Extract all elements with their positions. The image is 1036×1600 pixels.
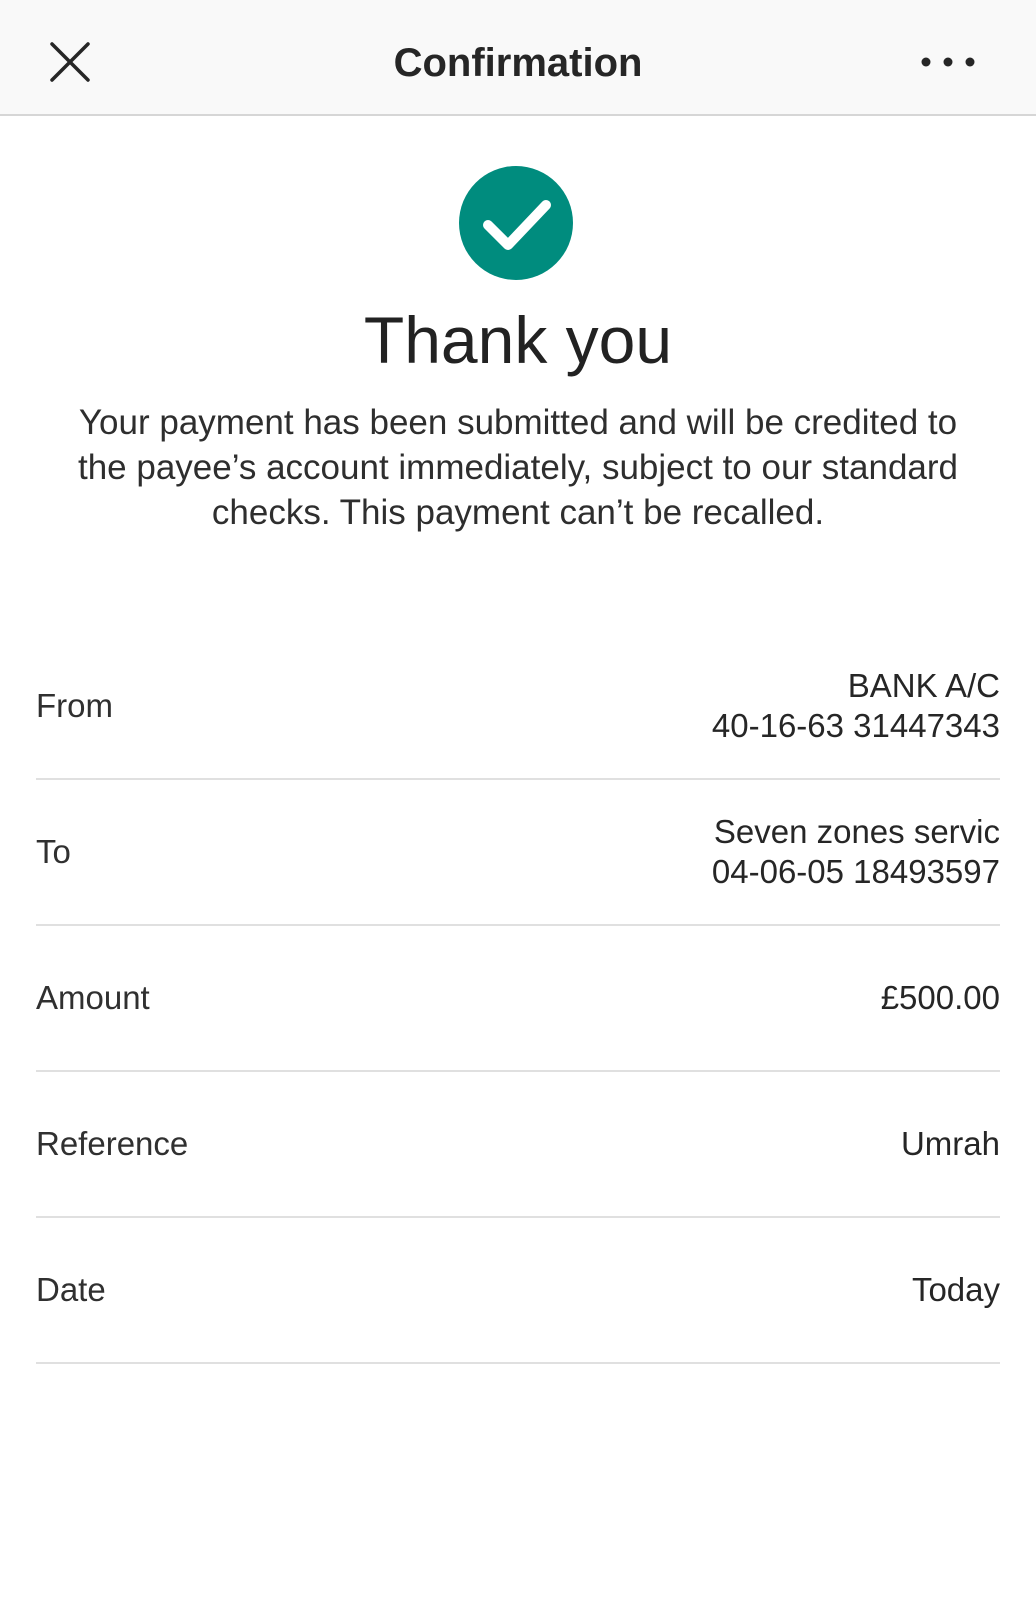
to-account-number: 04-06-05 18493597 <box>711 853 1000 890</box>
from-account-name: BANK A/C <box>847 667 1000 704</box>
detail-row-reference: Reference Umrah <box>36 1072 1000 1218</box>
from-account-number: 40-16-63 31447343 <box>711 707 1000 744</box>
detail-row-from: From BANK A/C 40-16-63 31447343 <box>36 634 1000 780</box>
page-title: Confirmation <box>393 41 643 85</box>
reference-label: Reference <box>36 1125 189 1162</box>
payment-details: From BANK A/C 40-16-63 31447343 To Seven… <box>36 634 1000 1364</box>
reference-value: Umrah <box>900 1125 1000 1162</box>
detail-row-amount: Amount £500.00 <box>36 926 1000 1072</box>
date-value: Today <box>911 1271 1000 1308</box>
to-value: Seven zones servic 04-06-05 18493597 <box>712 812 1000 892</box>
success-heading: Thank you <box>363 303 673 377</box>
detail-row-to: To Seven zones servic 04-06-05 18493597 <box>36 780 1000 926</box>
amount-label: Amount <box>36 979 150 1016</box>
check-circle-icon <box>459 166 573 280</box>
more-horizontal-icon <box>921 57 975 67</box>
top-bar: Confirmation <box>0 0 1036 116</box>
detail-row-date: Date Today <box>36 1218 1000 1364</box>
to-label: To <box>36 833 71 870</box>
confirmation-message: Your payment has been submitted and will… <box>77 403 959 532</box>
from-label: From <box>36 687 113 724</box>
amount-value: £500.00 <box>880 979 1000 1016</box>
to-payee-name: Seven zones servic <box>713 813 1000 850</box>
more-options-button[interactable] <box>912 36 984 88</box>
from-value: BANK A/C 40-16-63 31447343 <box>712 666 1000 746</box>
date-label: Date <box>36 1271 106 1308</box>
